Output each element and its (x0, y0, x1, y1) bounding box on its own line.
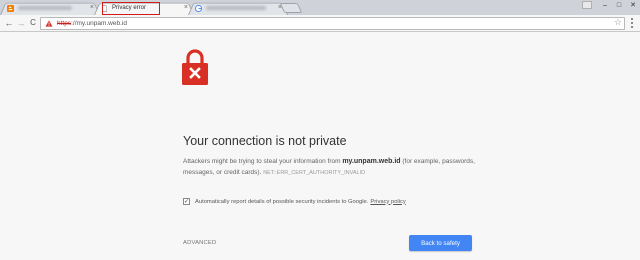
report-checkbox[interactable]: ✓ (183, 198, 190, 205)
bookmark-star-icon[interactable]: ☆ (614, 17, 622, 28)
red-lock-icon (182, 49, 208, 85)
tab-strip: × Privacy error × × – □ ✕ (0, 0, 640, 15)
user-profile-icon[interactable] (582, 1, 592, 9)
report-label: Automatically report details of possible… (195, 198, 369, 205)
window-controls: – □ ✕ (582, 0, 640, 10)
browser-toolbar: ← → C https ://my.unpam.web.id ☆ (0, 15, 640, 32)
blogger-icon (7, 4, 14, 12)
description-host: my.unpam.web.id (342, 158, 401, 165)
description-text: Attackers might be trying to steal your … (183, 158, 343, 165)
error-code: NET::ERR_CERT_AUTHORITY_INVALID (263, 170, 366, 176)
minimize-icon[interactable]: – (598, 0, 612, 10)
close-window-icon[interactable]: ✕ (626, 0, 640, 10)
privacy-policy-link[interactable]: Privacy policy (370, 199, 405, 205)
reload-icon[interactable]: C (28, 18, 38, 28)
url-scheme: https (57, 20, 72, 27)
tab-title: Privacy error (112, 5, 147, 11)
new-tab-button[interactable] (279, 3, 303, 13)
url-host: ://my.unpam.web.id (71, 20, 127, 27)
page-title: Your connection is not private (183, 134, 347, 148)
tab-title-obscured (18, 6, 72, 10)
tab-google[interactable]: × (188, 1, 288, 15)
report-row: ✓ Automatically report details of possib… (183, 198, 406, 205)
menu-dots-icon[interactable] (628, 18, 636, 28)
maximize-icon[interactable]: □ (612, 0, 626, 10)
forward-arrow-icon[interactable]: → (16, 18, 26, 28)
advanced-button[interactable]: ADVANCED (183, 240, 216, 246)
tab-blogger[interactable]: × (0, 1, 100, 15)
address-bar[interactable]: https ://my.unpam.web.id (40, 17, 625, 30)
back-to-safety-button[interactable]: Back to safety (409, 235, 472, 251)
not-secure-warning-icon (45, 20, 53, 27)
page-icon (102, 4, 107, 12)
back-arrow-icon[interactable]: ← (4, 18, 14, 28)
error-description: Attackers might be trying to steal your … (183, 156, 483, 179)
tab-title-obscured (206, 6, 266, 10)
tab-privacy-error[interactable]: Privacy error × (94, 1, 194, 15)
google-icon (195, 4, 202, 12)
